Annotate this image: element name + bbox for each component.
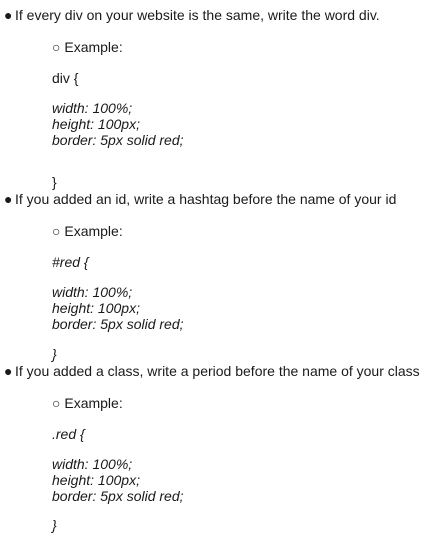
code-property-border-2: border: 5px solid red; bbox=[52, 316, 184, 332]
code-property-height-3: height: 100px; bbox=[52, 472, 140, 488]
code-property-width-3: width: 100%; bbox=[52, 456, 133, 472]
example-label-3: ○ Example: bbox=[52, 395, 123, 412]
bullet-item-3: ● If you added a class, write a period be… bbox=[4, 363, 420, 380]
code-close-3: } bbox=[52, 517, 57, 533]
bullet-dot: ● bbox=[4, 191, 13, 207]
example-label-text: Example: bbox=[64, 223, 123, 239]
bullet-item-1: ● If every div on your website is the sam… bbox=[4, 7, 380, 24]
code-property-height-2: height: 100px; bbox=[52, 300, 140, 316]
bullet-dot: ● bbox=[4, 7, 13, 23]
example-label-text: Example: bbox=[64, 395, 123, 411]
code-selector-1: div { bbox=[52, 70, 79, 86]
code-property-width-1: width: 100%; bbox=[52, 100, 133, 116]
sub-bullet: ○ bbox=[52, 223, 61, 239]
code-property-border-3: border: 5px solid red; bbox=[52, 488, 184, 504]
code-close-1: } bbox=[52, 174, 57, 190]
sub-bullet: ○ bbox=[52, 39, 61, 55]
example-label-text: Example: bbox=[64, 39, 123, 55]
example-label-1: ○ Example: bbox=[52, 39, 123, 56]
example-label-2: ○ Example: bbox=[52, 223, 123, 240]
bullet-dot: ● bbox=[4, 363, 13, 379]
code-selector-2: #red { bbox=[52, 254, 89, 270]
bullet-text: If you added an id, write a hashtag befo… bbox=[15, 191, 397, 207]
code-property-height-1: height: 100px; bbox=[52, 116, 140, 132]
bullet-text: If every div on your website is the same… bbox=[15, 7, 380, 23]
code-close-2: } bbox=[52, 346, 57, 362]
sub-bullet: ○ bbox=[52, 395, 61, 411]
code-property-width-2: width: 100%; bbox=[52, 284, 133, 300]
code-selector-3: .red { bbox=[52, 426, 85, 442]
bullet-text: If you added a class, write a period bef… bbox=[15, 363, 420, 379]
code-property-border-1: border: 5px solid red; bbox=[52, 132, 184, 148]
bullet-item-2: ● If you added an id, write a hashtag bef… bbox=[4, 191, 396, 208]
